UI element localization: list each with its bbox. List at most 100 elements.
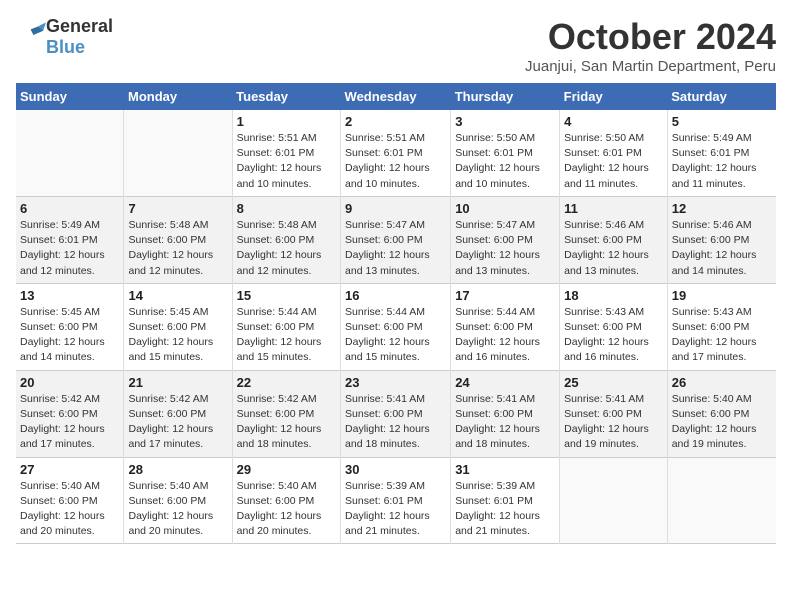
day-cell	[124, 110, 232, 196]
day-info: Sunrise: 5:46 AM Sunset: 6:00 PM Dayligh…	[672, 218, 772, 279]
day-number: 18	[564, 288, 663, 303]
day-number: 26	[672, 375, 772, 390]
week-row-3: 13 Sunrise: 5:45 AM Sunset: 6:00 PM Dayli…	[16, 283, 776, 370]
day-cell: 6 Sunrise: 5:49 AM Sunset: 6:01 PM Daylig…	[16, 196, 124, 283]
day-number: 13	[20, 288, 119, 303]
day-cell: 11 Sunrise: 5:46 AM Sunset: 6:00 PM Dayli…	[560, 196, 668, 283]
day-info: Sunrise: 5:49 AM Sunset: 6:01 PM Dayligh…	[20, 218, 119, 279]
day-cell: 26Sunrise: 5:40 AM Sunset: 6:00 PM Dayli…	[667, 370, 776, 457]
day-info: Sunrise: 5:47 AM Sunset: 6:00 PM Dayligh…	[455, 218, 555, 279]
calendar-body: 1Sunrise: 5:51 AM Sunset: 6:01 PM Daylig…	[16, 110, 776, 544]
day-info: Sunrise: 5:44 AM Sunset: 6:00 PM Dayligh…	[345, 305, 446, 366]
day-info: Sunrise: 5:42 AM Sunset: 6:00 PM Dayligh…	[128, 392, 227, 453]
day-cell: 28 Sunrise: 5:40 AM Sunset: 6:00 PM Dayli…	[124, 457, 232, 544]
header-thursday: Thursday	[451, 83, 560, 110]
day-info: Sunrise: 5:50 AM Sunset: 6:01 PM Dayligh…	[455, 131, 555, 192]
day-number: 29	[237, 462, 336, 477]
day-cell: 21 Sunrise: 5:42 AM Sunset: 6:00 PM Dayli…	[124, 370, 232, 457]
day-cell: 17Sunrise: 5:44 AM Sunset: 6:00 PM Dayli…	[451, 283, 560, 370]
week-row-2: 6 Sunrise: 5:49 AM Sunset: 6:01 PM Daylig…	[16, 196, 776, 283]
calendar-table: SundayMondayTuesdayWednesdayThursdayFrid…	[16, 83, 776, 544]
day-cell: 9 Sunrise: 5:47 AM Sunset: 6:00 PM Daylig…	[341, 196, 451, 283]
day-cell: 20 Sunrise: 5:42 AM Sunset: 6:00 PM Dayli…	[16, 370, 124, 457]
day-info: Sunrise: 5:39 AM Sunset: 6:01 PM Dayligh…	[345, 479, 446, 540]
week-row-1: 1Sunrise: 5:51 AM Sunset: 6:01 PM Daylig…	[16, 110, 776, 196]
day-info: Sunrise: 5:48 AM Sunset: 6:00 PM Dayligh…	[128, 218, 227, 279]
day-number: 20	[20, 375, 119, 390]
day-cell: 10 Sunrise: 5:47 AM Sunset: 6:00 PM Dayli…	[451, 196, 560, 283]
logo-line2: Blue	[46, 37, 113, 58]
day-number: 10	[455, 201, 555, 216]
day-cell: 18 Sunrise: 5:43 AM Sunset: 6:00 PM Dayli…	[560, 283, 668, 370]
header-saturday: Saturday	[667, 83, 776, 110]
day-info: Sunrise: 5:39 AM Sunset: 6:01 PM Dayligh…	[455, 479, 555, 540]
logo: General Blue	[16, 16, 113, 58]
title-section: October 2024 Juanjui, San Martin Departm…	[525, 16, 776, 75]
day-number: 24	[455, 375, 555, 390]
day-cell: 30 Sunrise: 5:39 AM Sunset: 6:01 PM Dayli…	[341, 457, 451, 544]
day-cell: 24 Sunrise: 5:41 AM Sunset: 6:00 PM Dayli…	[451, 370, 560, 457]
day-number: 11	[564, 201, 663, 216]
day-cell: 14Sunrise: 5:45 AM Sunset: 6:00 PM Dayli…	[124, 283, 232, 370]
day-number: 9	[345, 201, 446, 216]
day-cell: 1Sunrise: 5:51 AM Sunset: 6:01 PM Daylig…	[232, 110, 340, 196]
logo-line1: General	[46, 16, 113, 37]
day-cell: 22Sunrise: 5:42 AM Sunset: 6:00 PM Dayli…	[232, 370, 340, 457]
day-info: Sunrise: 5:48 AM Sunset: 6:00 PM Dayligh…	[237, 218, 336, 279]
day-info: Sunrise: 5:50 AM Sunset: 6:01 PM Dayligh…	[564, 131, 663, 192]
logo-icon	[18, 21, 46, 49]
day-number: 5	[672, 114, 772, 129]
day-number: 23	[345, 375, 446, 390]
day-number: 31	[455, 462, 555, 477]
day-cell: 7Sunrise: 5:48 AM Sunset: 6:00 PM Daylig…	[124, 196, 232, 283]
day-number: 2	[345, 114, 446, 129]
day-info: Sunrise: 5:47 AM Sunset: 6:00 PM Dayligh…	[345, 218, 446, 279]
day-info: Sunrise: 5:46 AM Sunset: 6:00 PM Dayligh…	[564, 218, 663, 279]
day-cell: 4 Sunrise: 5:50 AM Sunset: 6:01 PM Daylig…	[560, 110, 668, 196]
month-title: October 2024	[525, 16, 776, 58]
day-number: 19	[672, 288, 772, 303]
page-header: General Blue October 2024 Juanjui, San M…	[16, 16, 776, 75]
day-number: 12	[672, 201, 772, 216]
day-number: 28	[128, 462, 227, 477]
day-cell: 15Sunrise: 5:44 AM Sunset: 6:00 PM Dayli…	[232, 283, 340, 370]
day-info: Sunrise: 5:42 AM Sunset: 6:00 PM Dayligh…	[20, 392, 119, 453]
day-info: Sunrise: 5:41 AM Sunset: 6:00 PM Dayligh…	[455, 392, 555, 453]
header-tuesday: Tuesday	[232, 83, 340, 110]
day-cell: 27Sunrise: 5:40 AM Sunset: 6:00 PM Dayli…	[16, 457, 124, 544]
day-info: Sunrise: 5:40 AM Sunset: 6:00 PM Dayligh…	[237, 479, 336, 540]
day-info: Sunrise: 5:40 AM Sunset: 6:00 PM Dayligh…	[128, 479, 227, 540]
day-cell: 3Sunrise: 5:50 AM Sunset: 6:01 PM Daylig…	[451, 110, 560, 196]
day-cell: 31 Sunrise: 5:39 AM Sunset: 6:01 PM Dayli…	[451, 457, 560, 544]
location: Juanjui, San Martin Department, Peru	[525, 58, 776, 75]
day-info: Sunrise: 5:51 AM Sunset: 6:01 PM Dayligh…	[345, 131, 446, 192]
day-cell: 13Sunrise: 5:45 AM Sunset: 6:00 PM Dayli…	[16, 283, 124, 370]
day-cell: 16 Sunrise: 5:44 AM Sunset: 6:00 PM Dayli…	[341, 283, 451, 370]
day-cell: 8 Sunrise: 5:48 AM Sunset: 6:00 PM Daylig…	[232, 196, 340, 283]
header-sunday: Sunday	[16, 83, 124, 110]
day-info: Sunrise: 5:44 AM Sunset: 6:00 PM Dayligh…	[237, 305, 336, 366]
calendar-header-row: SundayMondayTuesdayWednesdayThursdayFrid…	[16, 83, 776, 110]
day-number: 17	[455, 288, 555, 303]
header-monday: Monday	[124, 83, 232, 110]
day-number: 25	[564, 375, 663, 390]
day-cell	[16, 110, 124, 196]
week-row-4: 20 Sunrise: 5:42 AM Sunset: 6:00 PM Dayli…	[16, 370, 776, 457]
day-number: 4	[564, 114, 663, 129]
day-cell	[667, 457, 776, 544]
day-number: 16	[345, 288, 446, 303]
day-info: Sunrise: 5:43 AM Sunset: 6:00 PM Dayligh…	[672, 305, 772, 366]
day-info: Sunrise: 5:49 AM Sunset: 6:01 PM Dayligh…	[672, 131, 772, 192]
day-info: Sunrise: 5:45 AM Sunset: 6:00 PM Dayligh…	[128, 305, 227, 366]
day-number: 8	[237, 201, 336, 216]
day-number: 22	[237, 375, 336, 390]
day-number: 30	[345, 462, 446, 477]
day-info: Sunrise: 5:41 AM Sunset: 6:00 PM Dayligh…	[564, 392, 663, 453]
day-cell: 2 Sunrise: 5:51 AM Sunset: 6:01 PM Daylig…	[341, 110, 451, 196]
day-number: 21	[128, 375, 227, 390]
header-friday: Friday	[560, 83, 668, 110]
day-info: Sunrise: 5:43 AM Sunset: 6:00 PM Dayligh…	[564, 305, 663, 366]
day-cell: 25 Sunrise: 5:41 AM Sunset: 6:00 PM Dayli…	[560, 370, 668, 457]
day-number: 6	[20, 201, 119, 216]
day-cell: 29 Sunrise: 5:40 AM Sunset: 6:00 PM Dayli…	[232, 457, 340, 544]
